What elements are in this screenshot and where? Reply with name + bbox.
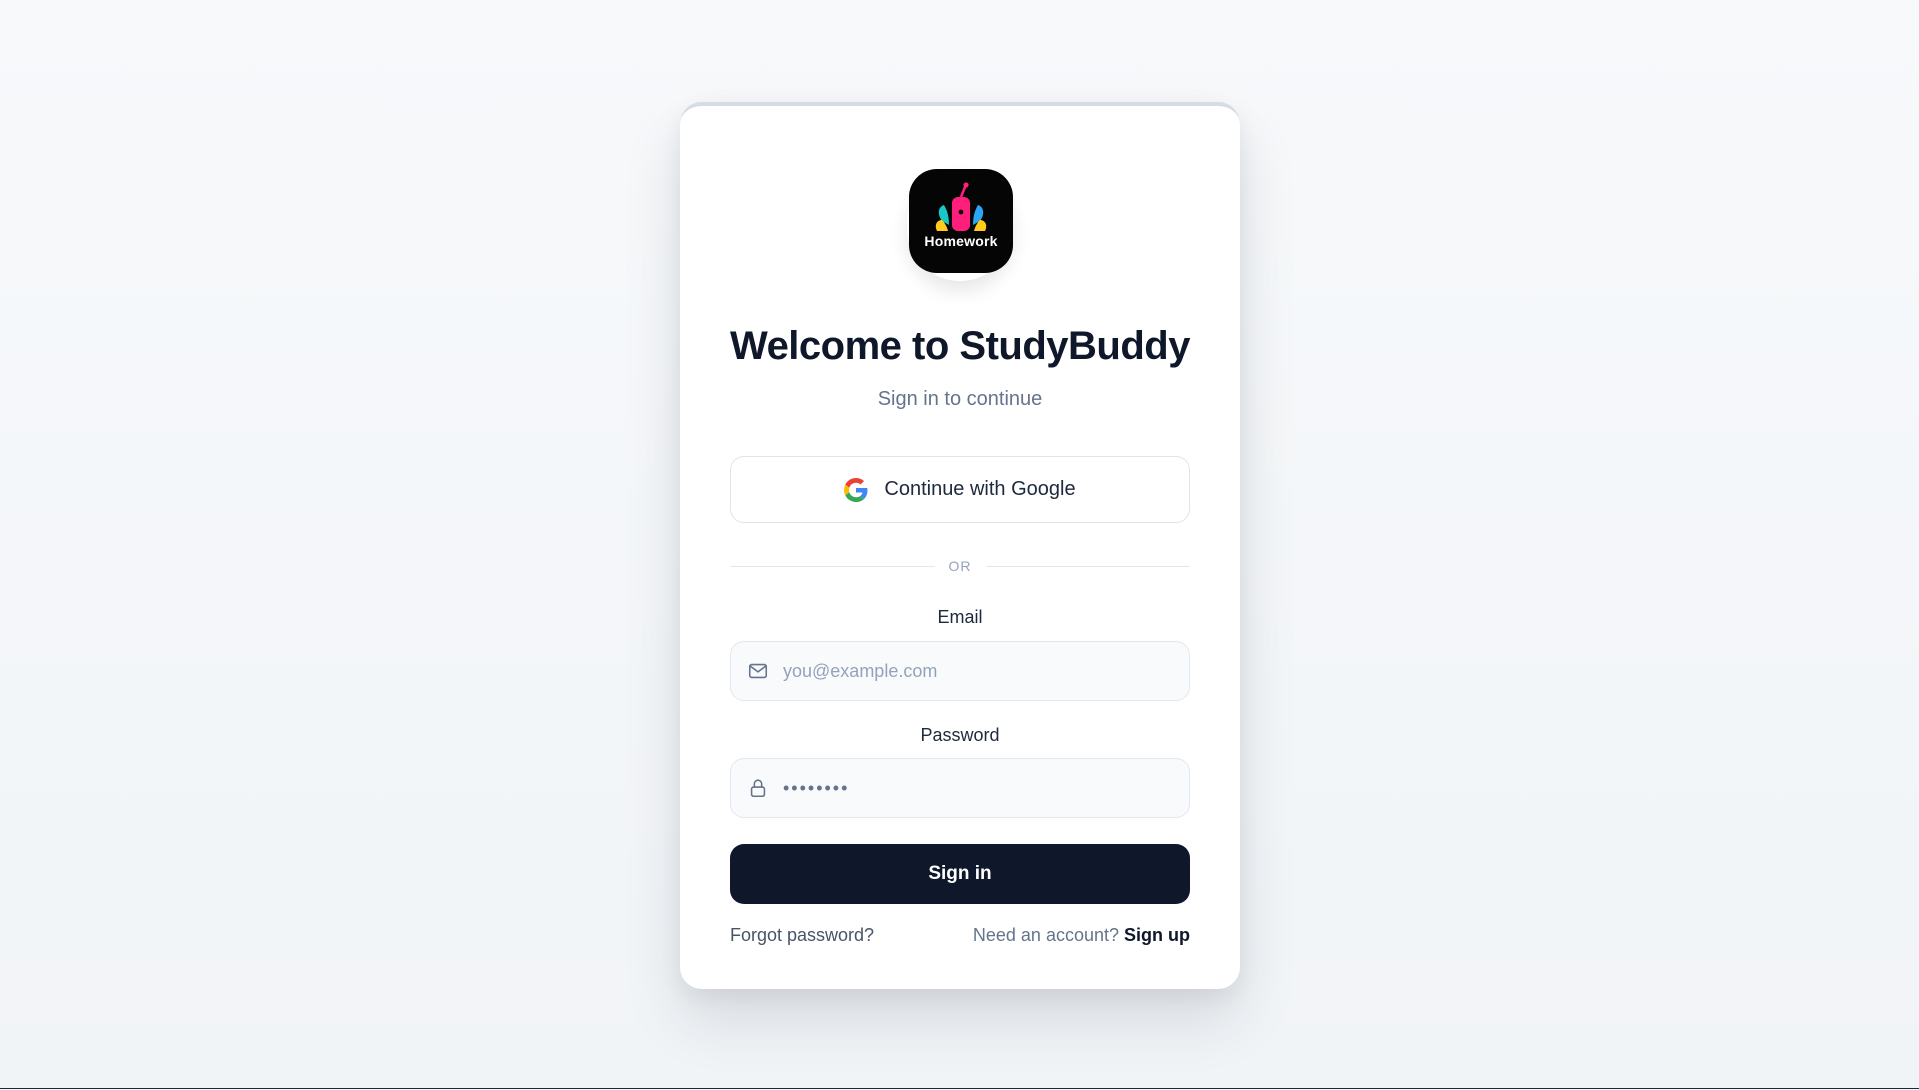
email-label: Email <box>937 607 983 627</box>
bottom-border <box>0 1088 1919 1089</box>
login-card: Homework Welcome to StudyBuddy Sign in t… <box>680 102 1240 989</box>
password-field[interactable] <box>730 758 1190 818</box>
app-logo: Homework <box>909 169 1013 273</box>
divider-line-left <box>730 565 935 567</box>
signup-prompt: Need an account? Sign up <box>973 925 1190 946</box>
mail-icon <box>748 663 768 679</box>
homework-logo-icon <box>935 182 987 231</box>
signin-button[interactable]: Sign in <box>730 844 1190 904</box>
google-icon <box>844 477 868 502</box>
or-divider: OR <box>730 554 1190 578</box>
forgot-password-link[interactable]: Forgot password? <box>730 925 874 946</box>
email-field[interactable] <box>730 641 1190 701</box>
logo-text: Homework <box>924 233 998 249</box>
password-input[interactable] <box>783 759 1183 817</box>
lock-icon <box>750 779 766 798</box>
password-label: Password <box>920 725 1000 745</box>
auth-footer: Forgot password? Need an account? Sign up <box>730 922 1190 948</box>
page-subtitle: Sign in to continue <box>877 388 1043 410</box>
divider-line-right <box>985 565 1190 567</box>
divider-text: OR <box>948 558 972 574</box>
email-input[interactable] <box>783 642 1183 700</box>
logo-container: Homework <box>907 169 1013 281</box>
login-page: Homework Welcome to StudyBuddy Sign in t… <box>0 0 1919 1089</box>
signup-link[interactable]: Sign up <box>1124 925 1190 945</box>
need-account-text: Need an account? <box>972 924 1119 945</box>
page-title: Welcome to StudyBuddy <box>730 324 1190 368</box>
google-signin-button[interactable]: Continue with Google <box>730 456 1190 523</box>
google-button-label: Continue with Google <box>884 478 1076 500</box>
